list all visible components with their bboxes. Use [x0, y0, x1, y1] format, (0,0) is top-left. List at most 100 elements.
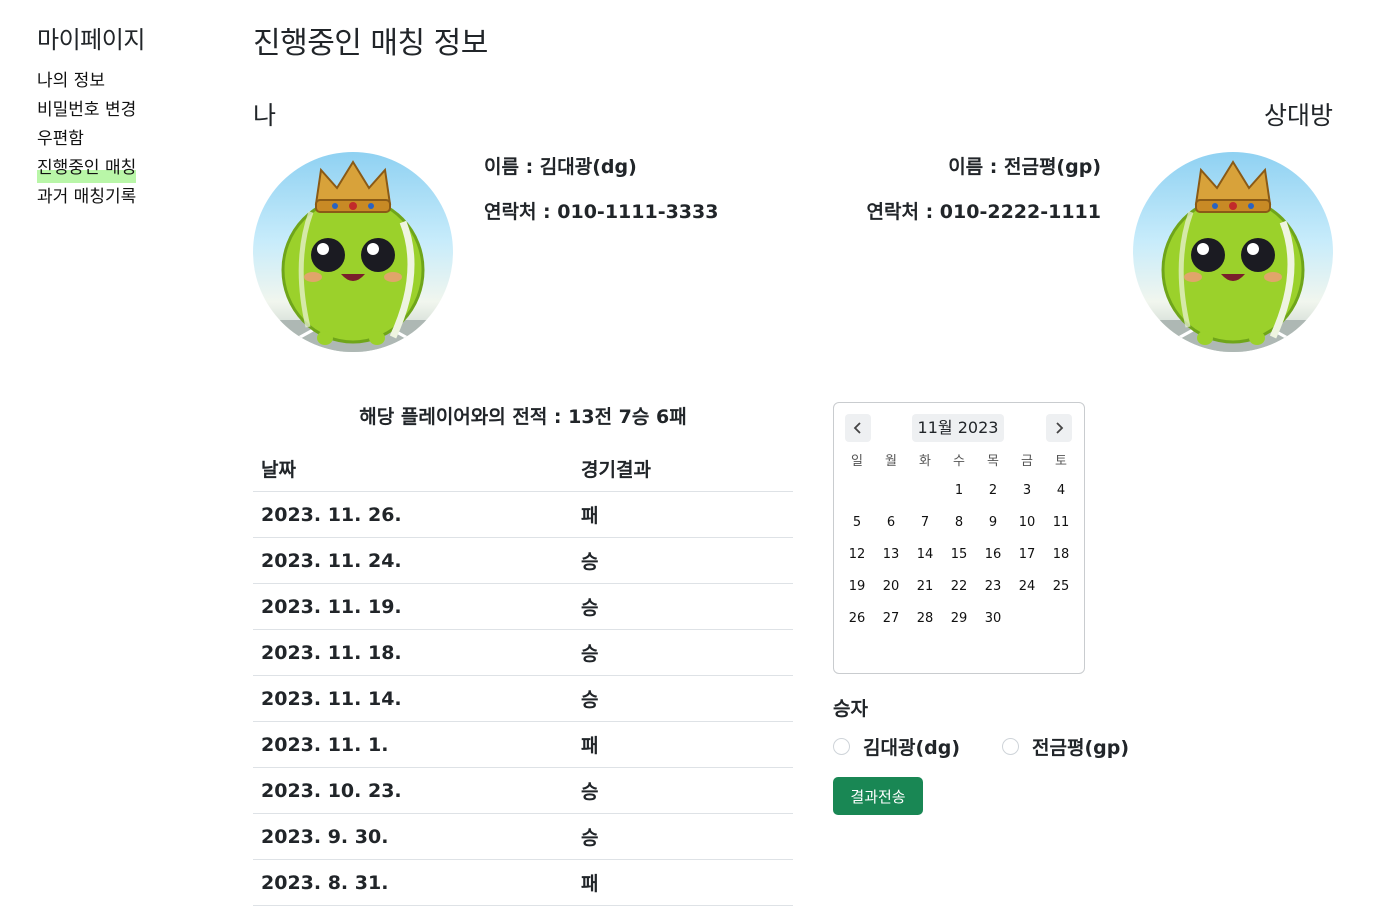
row-result: 승 [573, 537, 793, 584]
table-row: 2023. 11. 24. 승 [253, 537, 793, 584]
row-result: 승 [573, 767, 793, 814]
row-date: 2023. 11. 19. [253, 583, 573, 630]
sidebar-item-my-info[interactable]: 나의 정보 [37, 67, 227, 96]
opponent-name: 이름 : 전금평(gp) [948, 156, 1101, 178]
row-result: 승 [573, 675, 793, 722]
sidebar-item-change-password[interactable]: 비밀번호 변경 [37, 96, 227, 125]
table-row: 2023. 11. 18. 승 [253, 629, 793, 676]
calendar-day[interactable]: 22 [942, 571, 976, 603]
calendar-day[interactable]: 18 [1044, 539, 1078, 571]
sidebar-item-past-matching[interactable]: 과거 매칭기록 [37, 183, 227, 212]
row-result: 승 [573, 583, 793, 630]
table-row: 2023. 11. 19. 승 [253, 583, 793, 630]
winner-option-me[interactable]: 김대광(dg) [833, 733, 960, 760]
calendar-empty-cell [908, 475, 942, 507]
chevron-right-icon [1056, 422, 1064, 434]
row-date: 2023. 9. 30. [253, 813, 573, 860]
calendar-day[interactable]: 5 [840, 507, 874, 539]
table-row: 2023. 10. 23. 승 [253, 767, 793, 814]
calendar-weekday: 수 [953, 454, 965, 469]
winner-option-label: 전금평(gp) [1032, 737, 1130, 759]
sidebar-title: 마이페이지 [37, 26, 145, 54]
calendar-day[interactable]: 12 [840, 539, 874, 571]
row-date: 2023. 8. 31. [253, 859, 573, 906]
calendar-day[interactable]: 19 [840, 571, 874, 603]
opponent-contact: 연락처 : 010-2222-1111 [866, 201, 1101, 223]
row-result: 패 [573, 859, 793, 906]
calendar-day[interactable]: 25 [1044, 571, 1078, 603]
calendar-day[interactable]: 8 [942, 507, 976, 539]
tennis-ball-king-icon [253, 160, 453, 352]
calendar-empty-cell [840, 475, 874, 507]
winner-option-opponent[interactable]: 전금평(gp) [1002, 733, 1129, 760]
calendar-prev-button[interactable] [845, 414, 871, 442]
calendar-day[interactable]: 3 [1010, 475, 1044, 507]
calendar-day[interactable]: 15 [942, 539, 976, 571]
calendar-day[interactable]: 30 [976, 603, 1010, 635]
row-result: 승 [573, 629, 793, 676]
calendar-day[interactable]: 28 [908, 603, 942, 635]
calendar-day[interactable]: 20 [874, 571, 908, 603]
calendar-day[interactable]: 24 [1010, 571, 1044, 603]
calendar-day[interactable]: 6 [874, 507, 908, 539]
page-title: 진행중인 매칭 정보 [253, 26, 488, 61]
tennis-ball-king-icon [1133, 160, 1333, 352]
my-name: 이름 : 김대광(dg) [484, 156, 637, 178]
row-result: 패 [573, 491, 793, 538]
calendar-day[interactable]: 10 [1010, 507, 1044, 539]
calendar-day[interactable]: 13 [874, 539, 908, 571]
row-date: 2023. 11. 18. [253, 629, 573, 676]
calendar-month-title[interactable]: 11월 2023 [912, 414, 1004, 442]
table-row: 2023. 11. 26. 패 [253, 491, 793, 538]
calendar-day[interactable]: 23 [976, 571, 1010, 603]
header-result: 경기결과 [573, 446, 793, 492]
row-date: 2023. 11. 24. [253, 537, 573, 584]
sidebar-item-current-matching[interactable]: 진행중인 매칭 [37, 154, 227, 183]
calendar-day[interactable]: 29 [942, 603, 976, 635]
chevron-left-icon [853, 422, 861, 434]
winner-option-label: 김대광(dg) [863, 737, 961, 759]
my-info: 이름 : 김대광(dg) 연락처 : 010-1111-3333 [484, 152, 718, 242]
opponent-label: 상대방 [1263, 101, 1333, 130]
calendar-day[interactable]: 1 [942, 475, 976, 507]
calendar-weekday: 금 [1021, 454, 1033, 469]
submit-result-button[interactable]: 결과전송 [833, 777, 923, 815]
calendar-day[interactable]: 21 [908, 571, 942, 603]
my-contact: 연락처 : 010-1111-3333 [484, 201, 719, 223]
calendar-day[interactable]: 7 [908, 507, 942, 539]
calendar-day[interactable]: 9 [976, 507, 1010, 539]
calendar-day[interactable]: 16 [976, 539, 1010, 571]
row-date: 2023. 11. 14. [253, 675, 573, 722]
row-date: 2023. 10. 23. [253, 767, 573, 814]
calendar-empty-cell [874, 475, 908, 507]
row-date: 2023. 11. 26. [253, 491, 573, 538]
opponent-info: 이름 : 전금평(gp) 연락처 : 010-2222-1111 [867, 152, 1101, 242]
calendar-day[interactable]: 17 [1010, 539, 1044, 571]
record-summary: 해당 플레이어와의 전적 : 13전 7승 6패 [359, 406, 687, 428]
table-row: 2023. 11. 1. 패 [253, 721, 793, 768]
row-result: 패 [573, 721, 793, 768]
calendar-day[interactable]: 11 [1044, 507, 1078, 539]
radio-button[interactable] [833, 738, 850, 755]
calendar-day[interactable]: 26 [840, 603, 874, 635]
radio-button[interactable] [1002, 738, 1019, 755]
row-result: 승 [573, 813, 793, 860]
calendar-day[interactable]: 27 [874, 603, 908, 635]
me-label: 나 [253, 101, 277, 130]
winner-label: 승자 [833, 698, 868, 720]
calendar-weekday: 토 [1055, 454, 1067, 469]
sidebar-item-mailbox[interactable]: 우편함 [37, 125, 227, 154]
calendar-next-button[interactable] [1046, 414, 1072, 442]
row-date: 2023. 11. 1. [253, 721, 573, 768]
my-avatar [253, 152, 453, 352]
calendar-grid: 일 월 화 수 목 금 토 1 2 3 4 5 6 7 8 9 10 11 12 13 14 15 16 17 18 19 20 21… [840, 449, 1078, 635]
calendar-day[interactable]: 14 [908, 539, 942, 571]
table-row: 2023. 8. 31. 패 [253, 859, 793, 906]
table-row: 2023. 11. 14. 승 [253, 675, 793, 722]
calendar-weekday: 월 [885, 454, 897, 469]
header-date: 날짜 [253, 446, 573, 492]
calendar-day[interactable]: 2 [976, 475, 1010, 507]
calendar: 11월 2023 일 월 화 수 목 금 토 1 2 3 4 5 6 7 8 9 10 11 12 13 14 15 16 1… [833, 402, 1085, 674]
calendar-day[interactable]: 4 [1044, 475, 1078, 507]
sidebar: 마이페이지 나의 정보 비밀번호 변경 우편함 진행중인 매칭 과거 매칭기록 [37, 20, 227, 212]
